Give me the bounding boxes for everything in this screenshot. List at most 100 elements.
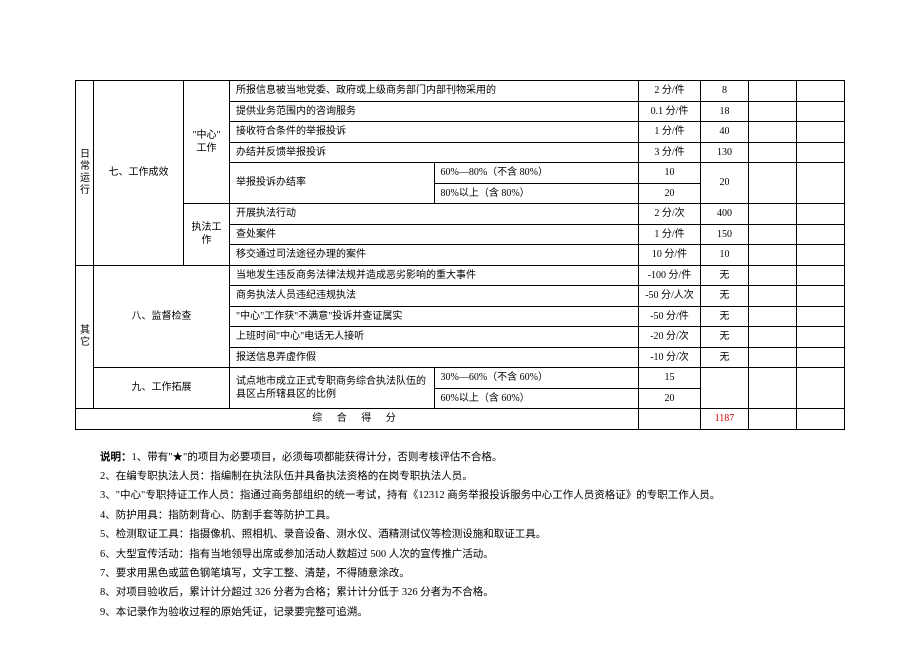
table-row: 日 常 运 行 七、工作成效 "中心" 工作 所报信息被当地党委、政府或上级商务… bbox=[76, 81, 845, 102]
item-score: 20 bbox=[639, 388, 701, 409]
blank-cell bbox=[797, 306, 845, 327]
subcol-law-enforcement: 执法工作 bbox=[184, 204, 230, 266]
blank-cell bbox=[749, 204, 797, 225]
item-count: 130 bbox=[701, 142, 749, 163]
note-line: 4、防护用具：指防刺背心、防割手套等防护工具。 bbox=[100, 506, 845, 525]
item-score: -50 分/件 bbox=[639, 306, 701, 327]
item-desc: "中心"工作获"不满意"投诉并查证属实 bbox=[230, 306, 639, 327]
item-score: 2 分/次 bbox=[639, 204, 701, 225]
item-desc: 所报信息被当地党委、政府或上级商务部门内部刊物采用的 bbox=[230, 81, 639, 102]
section-8: 八、监督检查 bbox=[94, 265, 230, 368]
blank-cell bbox=[749, 101, 797, 122]
note-line: 6、大型宣传活动：指有当地领导出席或参加活动人数超过 500 人次的宣传推广活动… bbox=[100, 545, 845, 564]
blank-cell bbox=[797, 327, 845, 348]
item-desc: 办结并反馈举报投诉 bbox=[230, 142, 639, 163]
item-desc: 报送信息弄虚作假 bbox=[230, 347, 639, 368]
item-score: 2 分/件 bbox=[639, 81, 701, 102]
item-count: 无 bbox=[701, 265, 749, 286]
item-desc: 查处案件 bbox=[230, 224, 639, 245]
table-row: 执法工作 开展执法行动 2 分/次 400 bbox=[76, 204, 845, 225]
blank-cell bbox=[701, 368, 749, 409]
blank-cell bbox=[749, 245, 797, 266]
blank-cell bbox=[797, 409, 845, 430]
note-line: 5、检测取证工具：指摄像机、照相机、录音设备、测水仪、酒精测试仪等检测设施和取证… bbox=[100, 525, 845, 544]
item-desc: 接收符合条件的举报投诉 bbox=[230, 122, 639, 143]
item-score: -20 分/次 bbox=[639, 327, 701, 348]
item-count: 10 bbox=[701, 245, 749, 266]
item-count: 18 bbox=[701, 101, 749, 122]
blank-cell bbox=[639, 409, 701, 430]
evaluation-table-container: 日 常 运 行 七、工作成效 "中心" 工作 所报信息被当地党委、政府或上级商务… bbox=[0, 0, 920, 440]
evaluation-table: 日 常 运 行 七、工作成效 "中心" 工作 所报信息被当地党委、政府或上级商务… bbox=[75, 80, 845, 430]
item-desc: 开展执法行动 bbox=[230, 204, 639, 225]
item-desc: 提供业务范围内的咨询服务 bbox=[230, 101, 639, 122]
item-desc: 举报投诉办结率 bbox=[230, 163, 435, 204]
blank-cell bbox=[797, 347, 845, 368]
blank-cell bbox=[797, 224, 845, 245]
blank-cell bbox=[749, 409, 797, 430]
item-count: 400 bbox=[701, 204, 749, 225]
item-sub: 60%—80%（不含 80%） bbox=[434, 163, 639, 184]
item-count: 20 bbox=[701, 163, 749, 204]
blank-cell bbox=[749, 327, 797, 348]
item-score: -10 分/次 bbox=[639, 347, 701, 368]
section-7: 七、工作成效 bbox=[94, 81, 184, 266]
section-9: 九、工作拓展 bbox=[94, 368, 230, 409]
item-score: 10 bbox=[639, 163, 701, 184]
item-count: 150 bbox=[701, 224, 749, 245]
note-line: 9、本记录作为验收过程的原始凭证，记录要完整可追溯。 bbox=[100, 603, 845, 622]
notes-section: 说明：1、带有"★"的项目为必要项目，必须每项都能获得计分，否则考核评估不合格。… bbox=[0, 440, 920, 623]
total-score: 1187 bbox=[701, 409, 749, 430]
blank-cell bbox=[749, 163, 797, 204]
blank-cell bbox=[749, 286, 797, 307]
item-count: 无 bbox=[701, 347, 749, 368]
blank-cell bbox=[797, 286, 845, 307]
blank-cell bbox=[797, 122, 845, 143]
blank-cell bbox=[797, 101, 845, 122]
item-score: -50 分/人次 bbox=[639, 286, 701, 307]
item-desc: 上班时间"中心"电话无人接听 bbox=[230, 327, 639, 348]
blank-cell bbox=[797, 368, 845, 409]
blank-cell bbox=[797, 245, 845, 266]
item-sub: 60%以上（含 60%） bbox=[434, 388, 639, 409]
item-count: 无 bbox=[701, 306, 749, 327]
blank-cell bbox=[749, 81, 797, 102]
item-desc: 试点地市成立正式专职商务综合执法队伍的县区占所辖县区的比例 bbox=[230, 368, 435, 409]
blank-cell bbox=[749, 142, 797, 163]
group-other: 其 它 bbox=[76, 265, 94, 409]
item-score: -100 分/件 bbox=[639, 265, 701, 286]
item-score: 1 分/件 bbox=[639, 122, 701, 143]
blank-cell bbox=[749, 265, 797, 286]
note-line: 8、对项目验收后，累计计分超过 326 分者为合格；累计计分低于 326 分者为… bbox=[100, 583, 845, 602]
table-row: 九、工作拓展 试点地市成立正式专职商务综合执法队伍的县区占所辖县区的比例 30%… bbox=[76, 368, 845, 389]
subcol-center-work: "中心" 工作 bbox=[184, 81, 230, 204]
item-score: 0.1 分/件 bbox=[639, 101, 701, 122]
item-desc: 当地发生违反商务法律法规并造成恶劣影响的重大事件 bbox=[230, 265, 639, 286]
table-row: 其 它 八、监督检查 当地发生违反商务法律法规并造成恶劣影响的重大事件 -100… bbox=[76, 265, 845, 286]
item-score: 15 bbox=[639, 368, 701, 389]
note-line: 3、"中心"专职持证工作人员：指通过商务部组织的统一考试，持有《12312 商务… bbox=[100, 486, 845, 505]
item-desc: 商务执法人员违纪违规执法 bbox=[230, 286, 639, 307]
item-sub: 80%以上（含 80%） bbox=[434, 183, 639, 204]
group-daily-operation: 日 常 运 行 bbox=[76, 81, 94, 266]
blank-cell bbox=[749, 122, 797, 143]
blank-cell bbox=[797, 163, 845, 204]
item-sub: 30%—60%（不含 60%） bbox=[434, 368, 639, 389]
item-count: 无 bbox=[701, 327, 749, 348]
note-line: 7、要求用黑色或蓝色钢笔填写，文字工整、清楚，不得随意涂改。 bbox=[100, 564, 845, 583]
blank-cell bbox=[749, 368, 797, 409]
blank-cell bbox=[797, 142, 845, 163]
item-score: 1 分/件 bbox=[639, 224, 701, 245]
blank-cell bbox=[797, 81, 845, 102]
item-desc: 移交通过司法途径办理的案件 bbox=[230, 245, 639, 266]
total-label: 综 合 得 分 bbox=[76, 409, 639, 430]
item-count: 40 bbox=[701, 122, 749, 143]
item-count: 8 bbox=[701, 81, 749, 102]
item-score: 10 分/件 bbox=[639, 245, 701, 266]
note-line: 说明：1、带有"★"的项目为必要项目，必须每项都能获得计分，否则考核评估不合格。 bbox=[100, 448, 845, 467]
blank-cell bbox=[797, 204, 845, 225]
item-count: 无 bbox=[701, 286, 749, 307]
total-row: 综 合 得 分 1187 bbox=[76, 409, 845, 430]
blank-cell bbox=[749, 224, 797, 245]
blank-cell bbox=[797, 265, 845, 286]
